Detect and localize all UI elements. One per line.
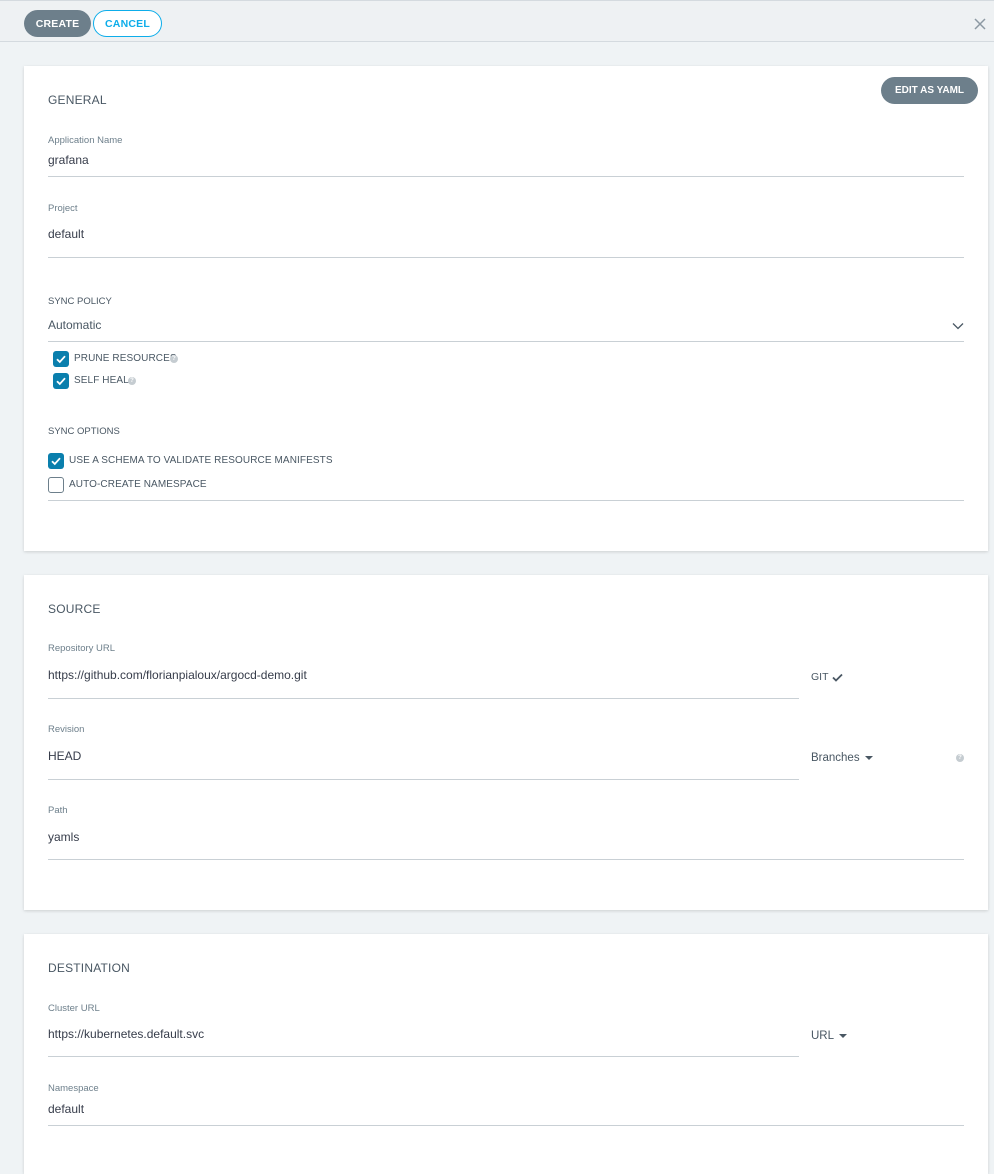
repo-url-underline [48,698,799,699]
top-toolbar: CREATE CANCEL [0,0,994,42]
help-icon[interactable]: ? [170,355,178,363]
destination-card: DESTINATION Cluster URL https://kubernet… [24,934,988,1174]
repo-url-label: Repository URL [48,643,116,654]
source-title: SOURCE [48,602,101,616]
source-card: SOURCE Repository URL https://github.com… [24,575,988,910]
close-icon[interactable] [972,16,988,32]
help-icon[interactable]: ? [128,377,136,385]
sync-policy-label: SYNC POLICY [48,296,112,307]
cluster-url-underline [48,1056,799,1057]
app-name-label: Application Name [48,135,123,146]
create-button[interactable]: CREATE [24,10,91,37]
prune-resources-checkbox[interactable] [53,351,69,367]
chevron-down-icon[interactable] [952,322,964,330]
project-label: Project [48,203,78,214]
path-underline [48,859,964,860]
cluster-mode-label: URL [811,1030,835,1042]
sync-options-label: SYNC OPTIONS [48,426,120,437]
app-name-input[interactable]: grafana [48,153,89,167]
project-input[interactable]: default [48,227,84,241]
repo-url-input[interactable]: https://github.com/florianpialoux/argocd… [48,668,307,682]
revision-input[interactable]: HEAD [48,749,81,763]
repo-type-label: GIT [811,671,829,683]
path-input[interactable]: yamls [48,830,79,844]
auto-create-namespace-checkbox[interactable] [48,477,64,493]
namespace-underline [48,1125,964,1126]
sync-policy-select[interactable]: Automatic [48,318,101,332]
checkmark-icon [831,673,843,682]
general-card: GENERAL EDIT AS YAML Application Name gr… [24,66,988,551]
sync-policy-underline [48,341,964,342]
prune-resources-label: PRUNE RESOURCES [74,353,177,364]
cluster-url-label: Cluster URL [48,1003,100,1014]
general-title: GENERAL [48,93,107,107]
project-underline [48,257,964,258]
revision-mode-dropdown[interactable]: Branches [811,752,873,764]
destination-title: DESTINATION [48,961,130,975]
schema-validate-label: USE A SCHEMA TO VALIDATE RESOURCE MANIFE… [69,455,333,466]
repo-type-indicator: GIT [811,671,843,683]
cancel-button[interactable]: CANCEL [93,10,162,37]
schema-validate-checkbox[interactable] [48,453,64,469]
cluster-url-input[interactable]: https://kubernetes.default.svc [48,1027,204,1041]
help-icon[interactable]: ? [956,754,964,762]
self-heal-checkbox[interactable] [53,373,69,389]
app-name-underline [48,176,964,177]
namespace-label: Namespace [48,1083,99,1094]
cluster-mode-dropdown[interactable]: URL [811,1030,847,1042]
revision-label: Revision [48,724,85,735]
edit-as-yaml-button[interactable]: EDIT AS YAML [881,77,978,104]
auto-create-namespace-label: AUTO-CREATE NAMESPACE [69,479,207,490]
revision-underline [48,779,799,780]
namespace-input[interactable]: default [48,1102,84,1116]
self-heal-label: SELF HEAL [74,375,129,386]
sync-options-underline [48,500,964,501]
revision-mode-label: Branches [811,752,860,764]
path-label: Path [48,805,68,816]
